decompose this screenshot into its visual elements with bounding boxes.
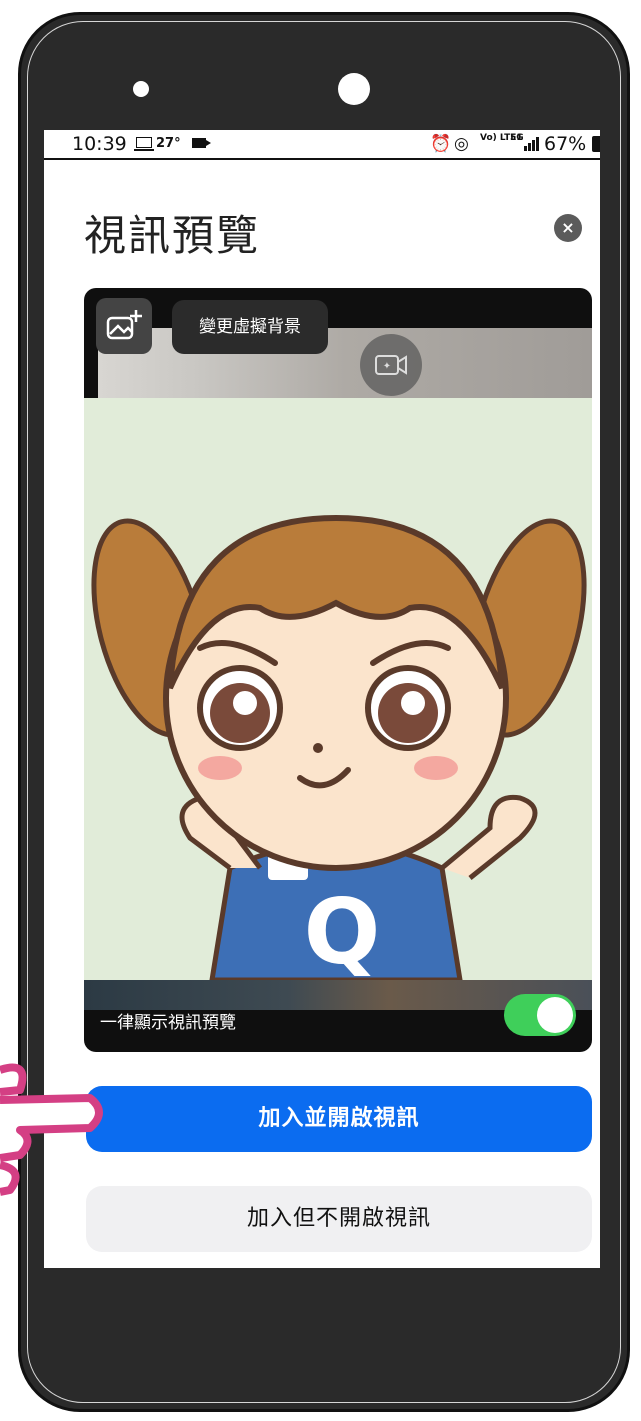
close-icon: × bbox=[561, 218, 575, 237]
status-temperature: 27° bbox=[156, 136, 181, 151]
battery-icon bbox=[592, 136, 600, 152]
video-camera-status-icon bbox=[192, 138, 211, 148]
status-bar: 10:39 27° ⏰ ◎ Vo) LTE1 5G 67% bbox=[44, 130, 600, 160]
toggle-knob bbox=[537, 997, 573, 1033]
laptop-icon bbox=[134, 137, 154, 151]
battery-percent: 67% bbox=[544, 133, 587, 155]
join-without-video-button[interactable]: 加入但不開啟視訊 bbox=[86, 1186, 592, 1252]
image-add-icon bbox=[106, 310, 142, 340]
phone-front-camera bbox=[338, 73, 370, 105]
phone-sensor-dot bbox=[133, 81, 149, 97]
join-with-video-button[interactable]: 加入並開啟視訊 bbox=[86, 1086, 592, 1152]
video-preview: 變更虛擬背景 ✦ Q 一律顯示視訊預覽 bbox=[84, 288, 592, 1052]
always-show-preview-toggle[interactable] bbox=[504, 994, 576, 1036]
network-type: 5G bbox=[510, 133, 524, 143]
pointing-hand-icon bbox=[0, 1063, 103, 1196]
always-show-preview-label: 一律顯示視訊預覽 bbox=[100, 1013, 236, 1033]
phone-screen: 10:39 27° ⏰ ◎ Vo) LTE1 5G 67% 視訊預覽 × 變更虛… bbox=[44, 130, 600, 1268]
change-background-button[interactable] bbox=[96, 298, 152, 354]
hotspot-icon: ◎ bbox=[454, 134, 469, 154]
status-time: 10:39 bbox=[72, 133, 127, 155]
change-background-tooltip: 變更虛擬背景 bbox=[172, 300, 328, 354]
alarm-icon: ⏰ bbox=[430, 134, 452, 154]
svg-text:✦: ✦ bbox=[383, 361, 391, 372]
page-title: 視訊預覽 bbox=[84, 211, 261, 260]
virtual-avatar: Q bbox=[84, 398, 592, 985]
close-button[interactable]: × bbox=[554, 214, 582, 242]
avatar-illustration: Q bbox=[91, 514, 587, 985]
video-effects-button[interactable]: ✦ bbox=[360, 334, 422, 396]
video-effects-icon: ✦ bbox=[375, 355, 407, 375]
shirt-letter: Q bbox=[304, 880, 381, 980]
signal-strength-icon bbox=[524, 137, 540, 151]
